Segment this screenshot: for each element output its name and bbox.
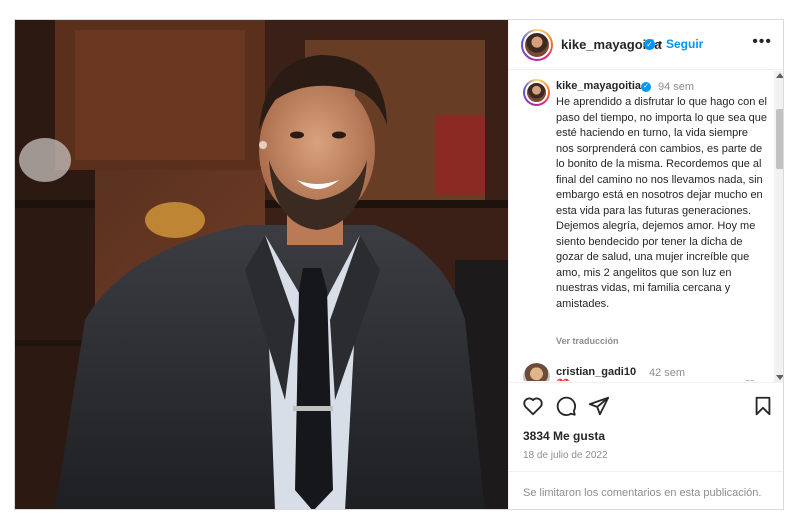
comments-limited-notice: Se limitaron los comentarios en esta pub… bbox=[523, 487, 762, 499]
commenter-avatar[interactable] bbox=[523, 363, 550, 381]
post-side-panel: kike_mayagoitia ✓ • Seguir ••• kike_maya… bbox=[508, 20, 783, 509]
comments-scrollbar[interactable] bbox=[774, 71, 783, 382]
like-heart-icon[interactable] bbox=[522, 395, 544, 417]
post-header: kike_mayagoitia ✓ • Seguir ••• bbox=[509, 20, 783, 70]
instagram-post: kike_mayagoitia ✓ • Seguir ••• kike_maya… bbox=[14, 19, 784, 510]
follow-button[interactable]: Seguir bbox=[666, 37, 703, 51]
comment-time: 42 sem bbox=[649, 367, 686, 379]
scroll-down-arrow-icon[interactable] bbox=[776, 375, 783, 380]
comments-list[interactable]: kike_mayagoitia ✓ 94 sem He aprendido a … bbox=[509, 71, 783, 381]
post-image bbox=[15, 20, 508, 509]
likes-count[interactable]: 3834 Me gusta bbox=[523, 429, 605, 443]
comment-like-heart-icon[interactable] bbox=[743, 378, 757, 381]
scroll-up-arrow-icon[interactable] bbox=[776, 73, 783, 78]
verified-badge-icon: ✓ bbox=[641, 82, 651, 92]
post-actions: 3834 Me gusta 18 de julio de 2022 bbox=[509, 382, 783, 467]
author-avatar[interactable] bbox=[521, 29, 553, 61]
caption-avatar[interactable] bbox=[523, 79, 550, 106]
caption-username[interactable]: kike_mayagoitia bbox=[556, 80, 641, 92]
scroll-thumb[interactable] bbox=[776, 109, 783, 169]
see-translation-link[interactable]: Ver traducción bbox=[556, 336, 619, 346]
save-bookmark-icon[interactable] bbox=[752, 395, 774, 417]
comment-bubble-icon[interactable] bbox=[555, 395, 577, 417]
post-photo[interactable] bbox=[15, 20, 508, 509]
caption-text: He aprendido a disfrutar lo que hago con… bbox=[556, 96, 767, 310]
verified-badge-icon: ✓ bbox=[644, 39, 655, 50]
share-paper-plane-icon[interactable] bbox=[588, 395, 610, 417]
comment-username[interactable]: cristian_gadi10 bbox=[556, 366, 636, 378]
header-separator: • bbox=[658, 36, 663, 50]
comment-text: ❤️ bbox=[556, 378, 570, 381]
caption-time: 94 sem bbox=[658, 81, 695, 93]
more-options-icon[interactable]: ••• bbox=[752, 33, 772, 51]
post-date: 18 de julio de 2022 bbox=[523, 450, 608, 461]
comments-limited-footer: Se limitaron los comentarios en esta pub… bbox=[509, 471, 783, 509]
